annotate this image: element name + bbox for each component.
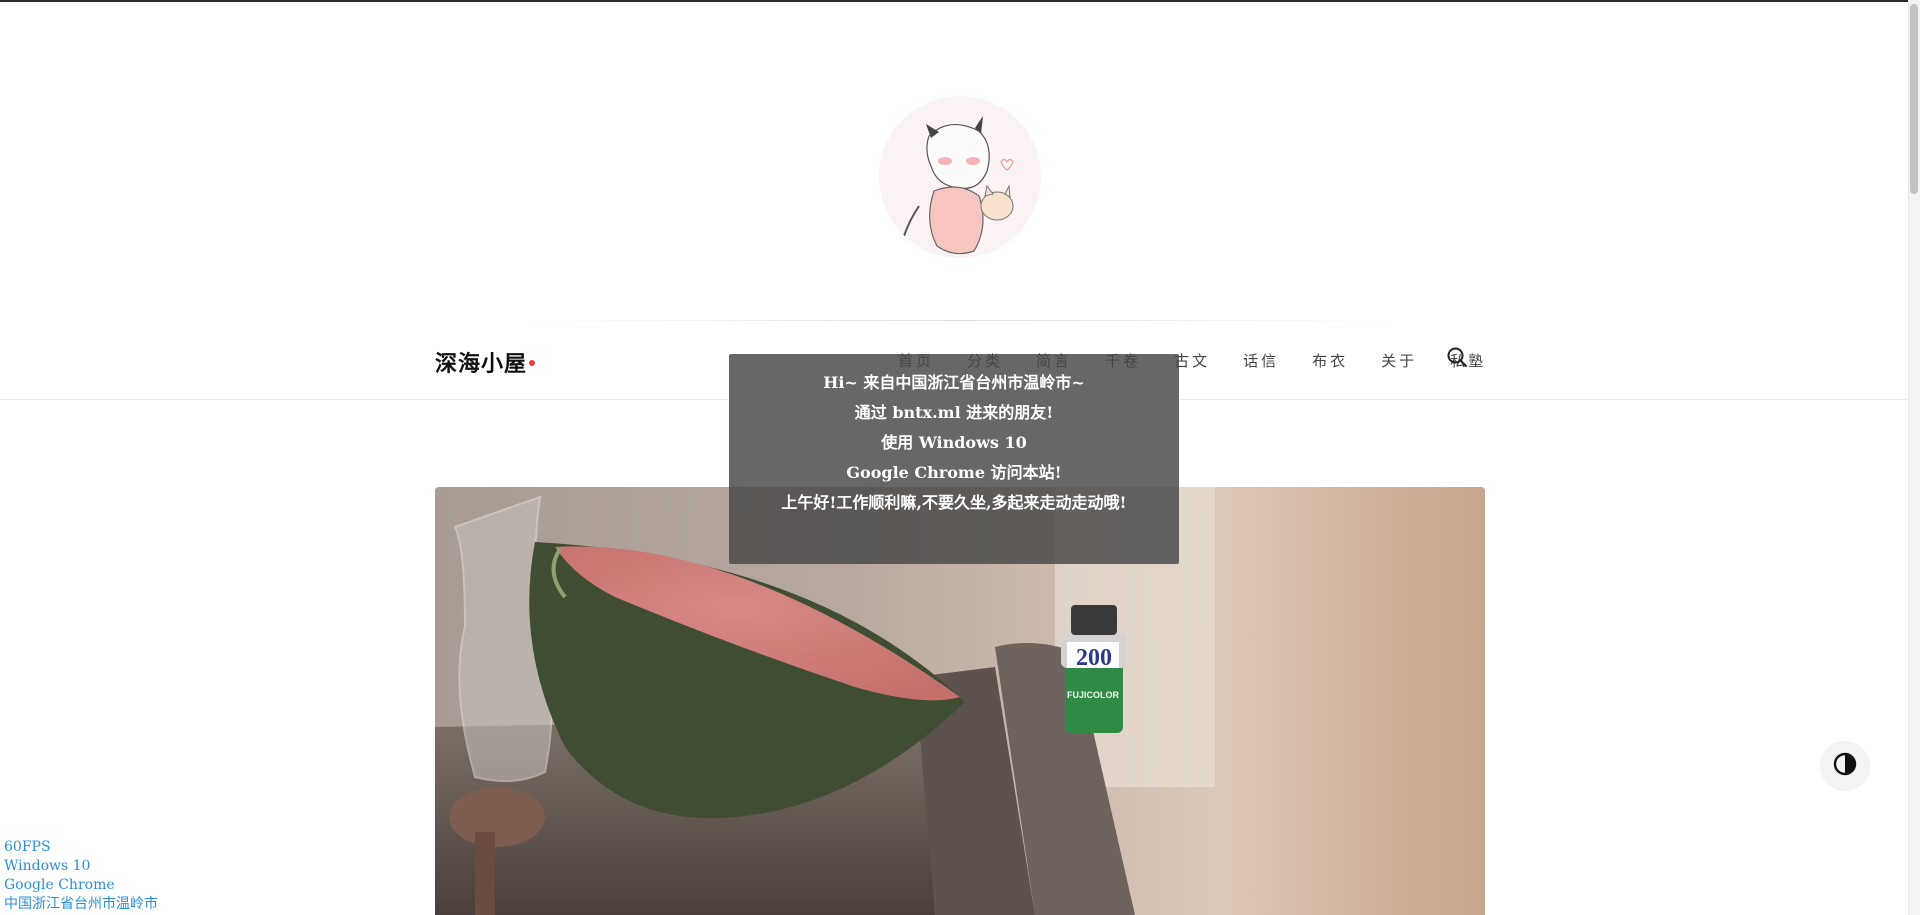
scrollbar-thumb[interactable] <box>1910 4 1918 194</box>
fps-counter: 60FPS <box>4 839 51 855</box>
avatar[interactable] <box>879 96 1041 258</box>
visitor-location: 中国浙江省台州市温岭市 <box>4 896 158 912</box>
nav-item-classics[interactable]: 古文 <box>1174 350 1210 371</box>
nav-item-about[interactable]: 关于 <box>1381 350 1417 371</box>
site-title[interactable]: 深海小屋 <box>435 346 527 378</box>
top-border-line <box>0 0 1908 2</box>
popup-os-line: 使用 Windows 10 <box>881 433 1027 452</box>
popup-time-greeting-line: 上午好!工作顺利嘛,不要久坐,多起来走动走动哦! <box>781 493 1127 512</box>
film-label: 200 <box>1076 645 1112 671</box>
visitor-os: Windows 10 <box>4 858 91 874</box>
nav-item-messages[interactable]: 话信 <box>1243 350 1279 371</box>
visitor-browser: Google Chrome <box>4 877 115 893</box>
search-icon[interactable] <box>1446 346 1468 368</box>
header-divider <box>520 320 1400 321</box>
popup-browser-line: Google Chrome 访问本站! <box>846 463 1062 482</box>
avatar-illustration <box>879 96 1041 258</box>
popup-referrer-line: 通过 bntx.ml 进来的朋友! <box>854 403 1054 422</box>
popup-greeting-line: Hi~ 来自中国浙江省台州市温岭市~ <box>823 373 1085 392</box>
contrast-icon <box>1833 752 1857 780</box>
site-title-dot <box>529 360 535 366</box>
page-scrollbar[interactable] <box>1908 0 1920 915</box>
welcome-popup: Hi~ 来自中国浙江省台州市温岭市~ 通过 bntx.ml 进来的朋友! 使用 … <box>729 354 1179 564</box>
film-brand: FUJICOLOR <box>1067 690 1120 700</box>
visitor-info-panel: 60FPS Windows 10 Google Chrome 中国浙江省台州市温… <box>4 838 158 914</box>
nav-item-buyi[interactable]: 布衣 <box>1312 350 1348 371</box>
theme-toggle-button[interactable] <box>1820 741 1870 791</box>
